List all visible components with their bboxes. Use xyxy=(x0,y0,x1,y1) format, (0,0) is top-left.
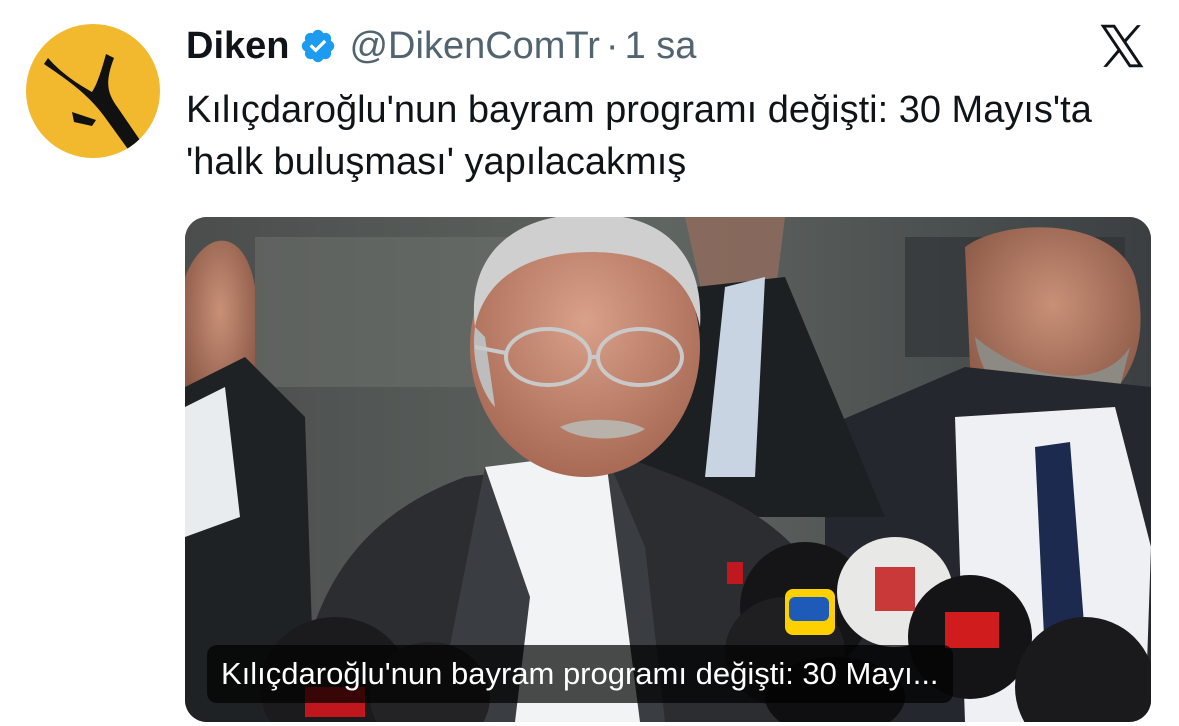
x-logo-icon[interactable] xyxy=(1097,21,1147,71)
tweet-header: Diken @DikenComTr · 1 sa xyxy=(186,20,696,72)
verified-badge-icon xyxy=(302,29,335,63)
card-caption: Kılıçdaroğlu'nun bayram programı değişti… xyxy=(207,645,953,703)
user-handle[interactable]: @DikenComTr xyxy=(349,25,599,68)
tweet-text: Kılıçdaroğlu'nun bayram programı değişti… xyxy=(186,89,1092,183)
link-card[interactable]: Kılıçdaroğlu'nun bayram programı değişti… xyxy=(185,217,1151,722)
separator-dot: · xyxy=(605,24,619,67)
timestamp[interactable]: 1 sa xyxy=(625,25,697,68)
diken-logo-icon xyxy=(26,24,160,158)
avatar[interactable] xyxy=(26,24,160,158)
display-name[interactable]: Diken xyxy=(186,25,289,68)
